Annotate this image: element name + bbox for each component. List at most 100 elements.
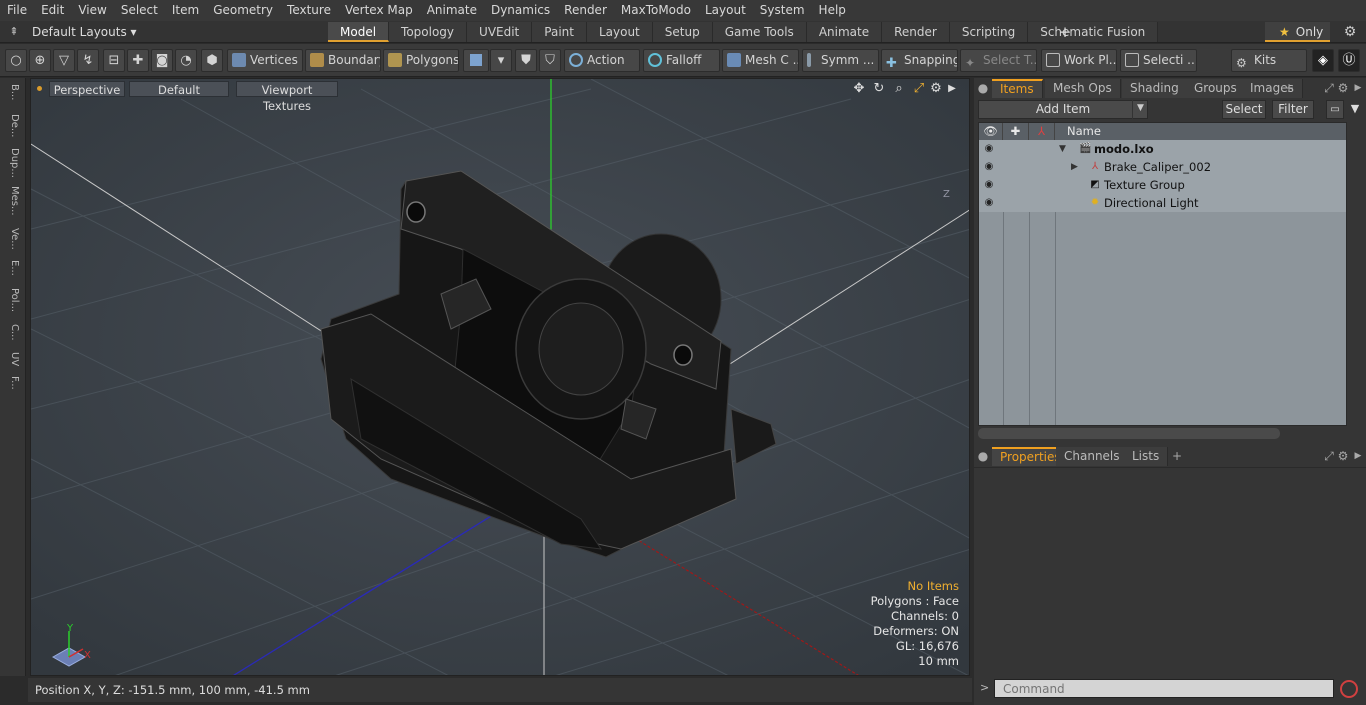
selection-sets-button[interactable]: Selecti ...: [1120, 49, 1197, 72]
tab-model[interactable]: Model: [328, 22, 390, 42]
item-type-icon[interactable]: ⅄: [1029, 123, 1055, 140]
only-toggle[interactable]: ★ Only: [1265, 22, 1330, 42]
tab-mesh-ops[interactable]: Mesh Ops: [1045, 79, 1121, 98]
left-tab-basic[interactable]: B...: [4, 84, 20, 110]
menu-vertex-map[interactable]: Vertex Map: [338, 0, 420, 21]
expand-triangle-icon[interactable]: ▼: [1059, 140, 1066, 158]
record-macro-icon[interactable]: [1340, 680, 1358, 698]
menu-texture[interactable]: Texture: [280, 0, 338, 21]
3d-viewport[interactable]: Y X Z Perspective Default Viewport Textu…: [30, 78, 970, 676]
tab-layout[interactable]: Layout: [586, 22, 653, 42]
item-list-scrollbar[interactable]: [978, 428, 1280, 439]
tab-animate[interactable]: Animate: [806, 22, 883, 42]
panel-menu-triangle-icon[interactable]: ▶: [1351, 448, 1365, 464]
tab-paint[interactable]: Paint: [532, 22, 587, 42]
menu-help[interactable]: Help: [812, 0, 853, 21]
tab-render[interactable]: Render: [882, 22, 950, 42]
left-tab-fusion[interactable]: F...: [4, 376, 20, 402]
align-icon[interactable]: ⊟: [103, 49, 125, 72]
menu-system[interactable]: System: [753, 0, 812, 21]
menu-edit[interactable]: Edit: [34, 0, 71, 21]
tab-scripting[interactable]: Scripting: [949, 22, 1029, 42]
panel-dot-icon[interactable]: ●: [976, 80, 990, 96]
tab-channels[interactable]: Channels: [1056, 447, 1129, 466]
lock-move-icon[interactable]: ✚: [1003, 123, 1029, 140]
eye-icon[interactable]: ◉: [982, 143, 996, 155]
left-tab-vertex[interactable]: Ve...: [4, 228, 20, 256]
vertices-button[interactable]: Vertices: [227, 49, 303, 72]
orbit-rotate-icon[interactable]: ↻: [870, 81, 888, 97]
left-tab-polygon[interactable]: Pol...: [4, 288, 20, 320]
funnel-filter-icon[interactable]: ▼: [1346, 100, 1364, 119]
left-tab-curve[interactable]: C...: [4, 324, 20, 348]
menu-file[interactable]: File: [0, 0, 34, 21]
frame-icon[interactable]: ◙: [151, 49, 173, 72]
add-tab-plus-icon[interactable]: +: [1170, 448, 1184, 464]
tab-schematic-fusion[interactable]: Schematic Fusion: [1028, 22, 1159, 42]
menu-dynamics[interactable]: Dynamics: [484, 0, 557, 21]
expand-triangle-icon[interactable]: ▶: [1071, 158, 1078, 176]
gear-icon[interactable]: ⚙: [1340, 22, 1360, 42]
list-item-texture-group[interactable]: ◉ ◩ Texture Group: [979, 176, 1346, 194]
grid-center-icon[interactable]: ✚: [127, 49, 149, 72]
chevron-down-icon[interactable]: ▼: [1132, 100, 1148, 119]
brush-icon[interactable]: ↯: [77, 49, 99, 72]
unreal-icon[interactable]: Ⓤ: [1338, 49, 1360, 72]
menu-select[interactable]: Select: [114, 0, 165, 21]
material-mode-icon[interactable]: [463, 49, 489, 72]
add-tab-plus-icon[interactable]: +: [1282, 80, 1296, 96]
maximize-viewport-icon[interactable]: ⤢: [910, 81, 928, 97]
left-tab-edge[interactable]: E...: [4, 260, 20, 284]
add-tab-plus-icon[interactable]: +: [1056, 22, 1074, 42]
select-through-button[interactable]: ✦ Select T...: [960, 49, 1037, 72]
circle-select-icon[interactable]: ○: [5, 49, 27, 72]
tab-shading[interactable]: Shading: [1122, 79, 1188, 98]
polygons-button[interactable]: Polygons: [383, 49, 459, 72]
viewport-options-dot-icon[interactable]: [37, 86, 42, 91]
work-plane-button[interactable]: Work Pl...: [1041, 49, 1117, 72]
shading-default-dropdown[interactable]: Default: [129, 81, 229, 97]
left-tab-uv[interactable]: UV: [4, 352, 20, 372]
add-item-button[interactable]: Add Item: [978, 100, 1148, 119]
menu-view[interactable]: View: [71, 0, 113, 21]
tab-uvedit[interactable]: UVEdit: [467, 22, 533, 42]
layout-up-icon[interactable]: ⇞: [2, 23, 26, 41]
panel-menu-triangle-icon[interactable]: ▶: [1351, 80, 1365, 96]
unity-icon[interactable]: ◈: [1312, 49, 1334, 72]
menu-layout[interactable]: Layout: [698, 0, 753, 21]
falloff-button[interactable]: Falloff: [643, 49, 720, 72]
snapping-button[interactable]: ✚ Snapping: [881, 49, 958, 72]
viewport-textures-dropdown[interactable]: Viewport Textures: [236, 81, 338, 113]
item-list[interactable]: 👁 ✚ ⅄ Name ◉ ▼ 🎬 modo.lxo ◉ ▶ ⅄ Brake_Ca…: [978, 122, 1347, 426]
tab-groups[interactable]: Groups: [1186, 79, 1246, 98]
panel-gear-icon[interactable]: ⚙: [1336, 448, 1350, 464]
list-item-modo-lxo[interactable]: ◉ ▼ 🎬 modo.lxo: [979, 140, 1346, 158]
pen-tool-icon[interactable]: ▽: [53, 49, 75, 72]
list-item-directional-light[interactable]: ◉ ✹ Directional Light: [979, 194, 1346, 212]
zoom-search-icon[interactable]: ⌕: [890, 81, 908, 97]
command-input[interactable]: [994, 679, 1334, 698]
shield-icon[interactable]: ⛉: [539, 49, 561, 72]
tab-items[interactable]: Items: [992, 79, 1043, 98]
tab-topology[interactable]: Topology: [389, 22, 468, 42]
filter-button[interactable]: Filter: [1272, 100, 1314, 119]
menu-maxtomodo[interactable]: MaxToModo: [614, 0, 698, 21]
pan-move-icon[interactable]: ✥: [850, 81, 868, 97]
kits-button[interactable]: ⚙ Kits: [1231, 49, 1307, 72]
eye-icon[interactable]: ◉: [982, 161, 996, 173]
menu-item[interactable]: Item: [165, 0, 206, 21]
menu-render[interactable]: Render: [557, 0, 614, 21]
rotate-circle-icon[interactable]: ◔: [175, 49, 197, 72]
viewport-menu-triangle-icon[interactable]: ▶: [943, 81, 961, 97]
mesh-constraint-button[interactable]: Mesh C ...: [722, 49, 799, 72]
panel-dot-icon[interactable]: ●: [976, 448, 990, 464]
collapse-icon[interactable]: ▭: [1326, 100, 1344, 119]
list-item-brake-caliper[interactable]: ◉ ▶ ⅄ Brake_Caliper_002: [979, 158, 1346, 176]
perspective-dropdown[interactable]: Perspective: [49, 81, 125, 97]
select-button[interactable]: Select: [1222, 100, 1266, 119]
symmetry-button[interactable]: Symm ...: [802, 49, 879, 72]
item-mode-icon[interactable]: ⬢: [201, 49, 223, 72]
eye-icon[interactable]: ◉: [982, 179, 996, 191]
name-column-header[interactable]: Name: [1055, 123, 1348, 140]
menu-animate[interactable]: Animate: [420, 0, 484, 21]
